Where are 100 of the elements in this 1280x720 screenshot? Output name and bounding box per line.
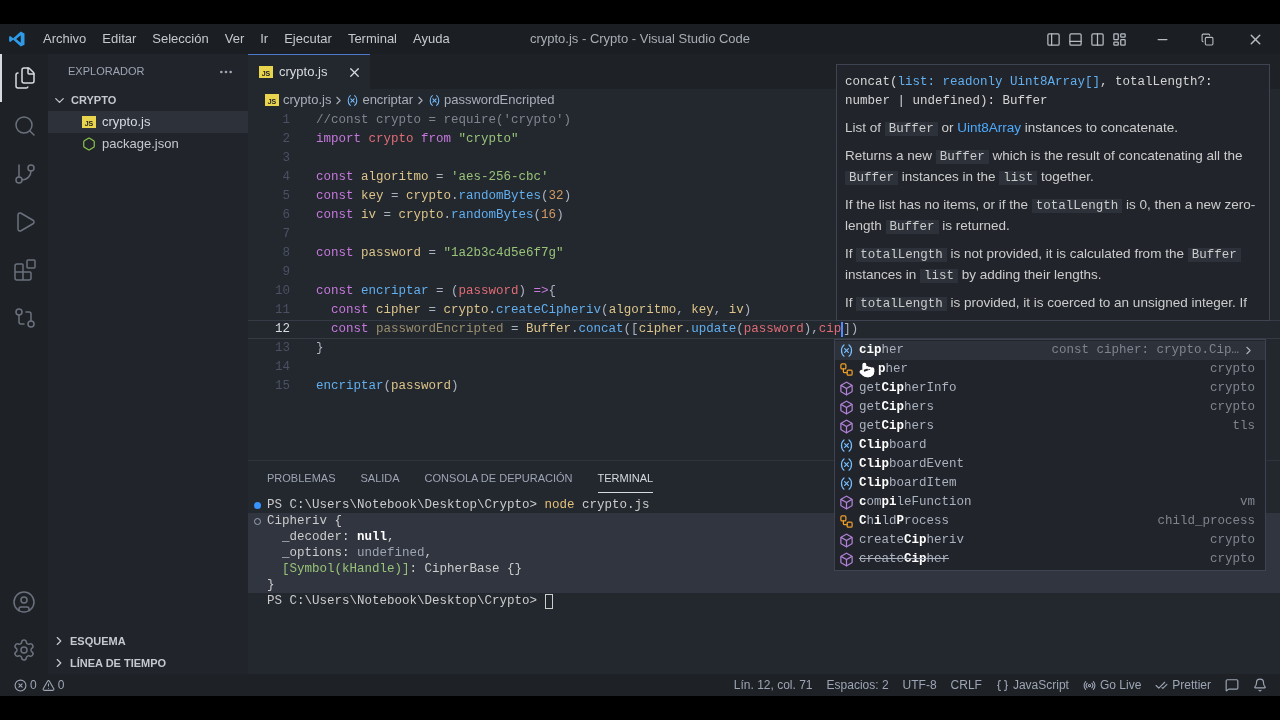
doc-paragraph: List of Buffer or Uint8Array instances to concatenate. (845, 119, 1179, 138)
cube-icon (839, 495, 854, 510)
section-title[interactable]: LÍNEA DE TIEMPO (70, 654, 167, 672)
suggestion-item[interactable]: pher crypto (835, 360, 1265, 379)
suggestion-item[interactable]: ClipboardItem (835, 474, 1265, 493)
menu-item[interactable]: Ir (252, 29, 277, 49)
breadcrumb-item[interactable]: crypto.js (283, 90, 332, 110)
status-item[interactable]: Espacios: 2 (821, 674, 894, 696)
cube-icon (839, 552, 854, 567)
code-line: const key = crypto.randomBytes(32) (316, 188, 572, 206)
status-item[interactable]: CRLF (945, 674, 987, 696)
code-line: //const crypto = require('crypto') (316, 112, 572, 130)
cube-icon (839, 381, 854, 396)
doc-paragraph: Returns a new Buffer which is the result of concatenating all the Buffer instances in the list together. (845, 147, 1244, 187)
code-line: encriptar(password) (316, 378, 459, 396)
menu-item[interactable]: Selección (144, 29, 217, 49)
suggestion-item[interactable]: createCipher crypto (835, 550, 1265, 569)
warning-icon (41, 678, 55, 692)
status-item[interactable]: JavaScript (1012, 676, 1069, 694)
layout-icon[interactable] (1112, 31, 1127, 47)
speech-bubble-icon[interactable] (1225, 678, 1239, 692)
status-item[interactable]: Go Live (1099, 676, 1142, 694)
panel-tab[interactable]: PROBLEMAS (267, 469, 336, 493)
suggestion-item[interactable]: createCipheriv crypto (835, 531, 1265, 550)
variable-icon (839, 476, 854, 491)
terminal-line: _decoder: null, (281, 528, 395, 546)
folder-name[interactable]: CRYPTO (71, 91, 117, 109)
account-icon[interactable] (12, 590, 36, 614)
code-line: const cipher = crypto.createCipheriv(algoritmo, key, iv) (330, 302, 752, 320)
terminal-line: } (267, 576, 275, 594)
blocks-icon[interactable] (13, 258, 37, 282)
terminal-line: Cipheriv { (267, 512, 342, 530)
menu-item[interactable]: Archivo (35, 29, 95, 49)
line-number: 12 (274, 321, 290, 339)
terminal-line: _options: undefined, (281, 544, 433, 562)
cube-icon (839, 400, 854, 415)
error-count[interactable]: 0 (30, 676, 37, 694)
broadcast-icon (1082, 678, 1096, 692)
menu-item[interactable]: Ejecutar (276, 29, 340, 49)
breadcrumb-item[interactable]: passwordEncripted (444, 90, 555, 110)
suggestion-item[interactable]: ClipboardEvent (835, 455, 1265, 474)
panel-tab[interactable]: CONSOLA DE DEPURACIÓN (424, 469, 573, 493)
panel-tab[interactable]: TERMINAL (597, 469, 654, 493)
file-item[interactable]: package.json (48, 133, 248, 155)
columns-icon[interactable] (1090, 31, 1105, 47)
variable-icon (839, 438, 854, 453)
class-icon (839, 362, 854, 377)
suggestion-item[interactable]: getCiphers tls (835, 417, 1265, 436)
panel-toggle-icon[interactable] (1068, 31, 1083, 47)
suggestion-item[interactable]: getCiphers crypto (835, 398, 1265, 417)
suggestion-item[interactable]: getCipherInfo crypto (835, 379, 1265, 398)
panel-tab[interactable]: SALIDA (360, 469, 400, 493)
variable-icon (839, 457, 854, 472)
warning-count[interactable]: 0 (57, 676, 65, 694)
git-compare-icon[interactable] (13, 306, 37, 330)
code-line: const password = "1a2b3c4d5e6f7g" (316, 245, 564, 263)
section-title[interactable]: ESQUEMA (70, 632, 126, 650)
terminal-line: [Symbol(kHandle)]: CipherBase {} (281, 560, 523, 578)
doc-paragraph: If the list has no items, or if the totalLength is 0, then a new zero-length Buffer is returned. (845, 196, 1257, 236)
code-line: const iv = crypto.randomBytes(16) (316, 207, 564, 225)
variable-icon (428, 93, 441, 107)
cube-icon (839, 419, 854, 434)
variable-icon (839, 343, 854, 358)
doc-paragraph: If totalLength is provided, it is coerced to an unsigned integer. If (845, 294, 1248, 313)
braces-icon (995, 678, 1009, 692)
files-icon[interactable] (13, 66, 37, 90)
sidebar-toggle-icon[interactable] (1046, 31, 1061, 47)
status-item[interactable]: Lín. 12, col. 71 (728, 674, 818, 696)
menu-item[interactable]: Editar (94, 29, 145, 49)
terminal-line: PS C:\Users\Notebook\Desktop\Crypto> (267, 592, 539, 610)
doc-link[interactable]: Uint8Array (957, 120, 1022, 135)
breadcrumb-item[interactable]: encriptar (362, 90, 413, 110)
status-item[interactable]: Prettier (1172, 676, 1211, 694)
code-line: import crypto from "crypto" (316, 131, 519, 149)
terminal-line: PS C:\Users\Notebook\Desktop\Crypto> node crypto.js (267, 496, 650, 514)
logo-icon (8, 30, 26, 48)
doc-paragraph: If totalLength is not provided, it is calculated from the Buffer instances in list by adding their lengths. (845, 244, 1259, 286)
suggestion-item[interactable]: cipher const cipher: crypto.Cip… (835, 341, 1265, 360)
restore-icon[interactable] (1201, 32, 1214, 46)
settings-icon[interactable] (12, 638, 36, 662)
menu-item[interactable]: Terminal (339, 29, 405, 49)
code-line: const algoritmo = 'aes-256-cbc' (316, 169, 549, 187)
error-icon (14, 678, 27, 692)
search-icon[interactable] (13, 114, 37, 138)
suggestion-item[interactable]: compileFunction vm (835, 493, 1265, 512)
signature-text: concat(list: readonly Uint8Array[], totalLength?: number | undefined): Buffer (845, 74, 1214, 110)
sidebar-title: EXPLORADOR (68, 64, 145, 80)
code-line: const encriptar = (password) =>{ (316, 283, 557, 301)
menu-item[interactable]: Ver (216, 29, 253, 49)
suggestion-item[interactable]: ChildProcess child_process (835, 512, 1265, 531)
suggestion-item[interactable]: Clipboard (835, 436, 1265, 455)
code-line: const passwordEncripted = Buffer.concat([cipher.update(password),cip ]) (330, 321, 859, 339)
status-item[interactable]: UTF-8 (897, 674, 942, 696)
hexagon-icon (82, 137, 96, 151)
bell-icon[interactable] (1253, 678, 1267, 692)
variable-icon (346, 93, 360, 107)
menu-item[interactable]: Ayuda (405, 29, 458, 49)
window-title: crypto.js - Crypto - Visual Studio Code (529, 30, 751, 49)
branch-icon[interactable] (13, 162, 37, 186)
class-icon (839, 514, 854, 529)
